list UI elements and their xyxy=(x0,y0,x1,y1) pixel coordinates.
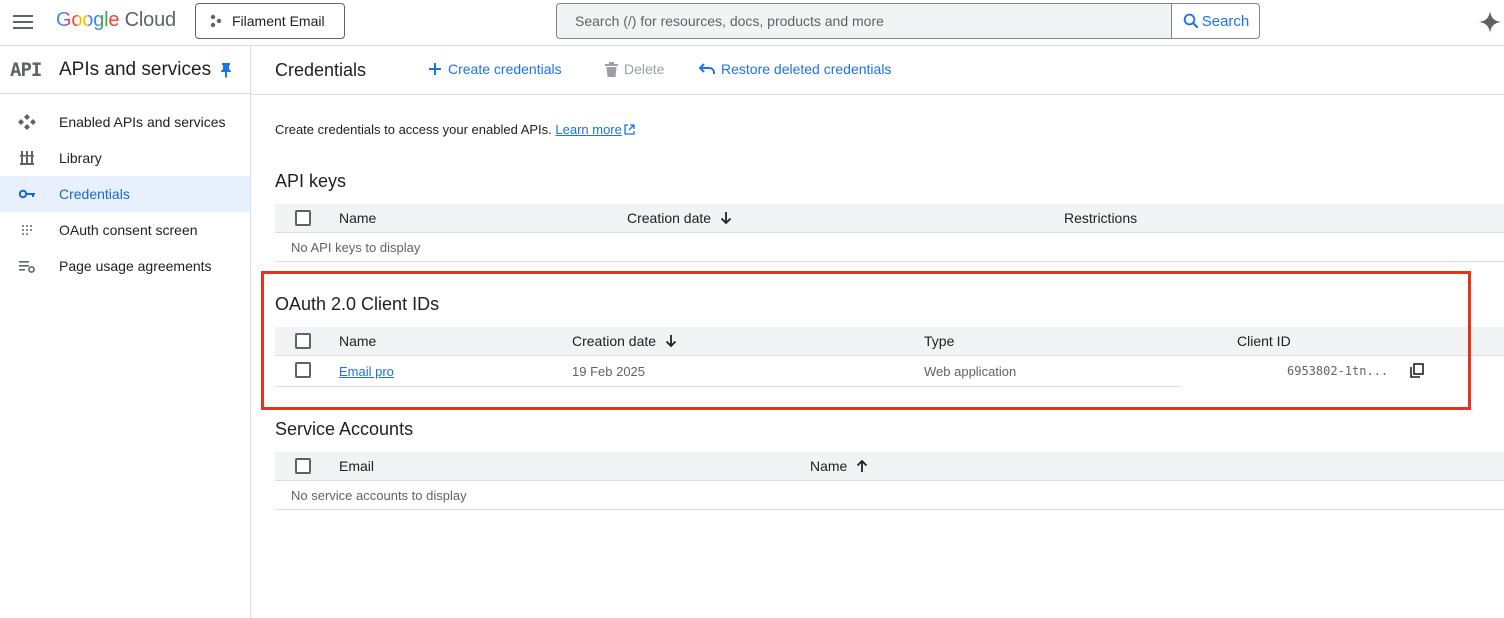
project-name: Filament Email xyxy=(232,13,325,29)
sidebar-item-page-usage[interactable]: Page usage agreements xyxy=(0,248,250,284)
search-input[interactable] xyxy=(557,4,1171,38)
sidebar: API APIs and services Enabled APIs and s… xyxy=(0,46,251,618)
service-accounts-col-email[interactable]: Email xyxy=(339,458,374,474)
sidebar-item-enabled-apis[interactable]: Enabled APIs and services xyxy=(0,104,250,140)
oauth-select-all-checkbox[interactable] xyxy=(295,333,311,349)
restore-label: Restore deleted credentials xyxy=(721,61,892,77)
diamond-arrows-icon xyxy=(18,114,36,130)
google-cloud-logo[interactable]: Google Cloud xyxy=(56,9,176,32)
dots-grid-icon xyxy=(22,225,32,235)
library-icon xyxy=(20,151,34,165)
top-bar: Google Cloud Filament Email Search xyxy=(0,0,1504,46)
copy-icon[interactable] xyxy=(1410,363,1424,378)
oauth-col-creation-date[interactable]: Creation date xyxy=(572,333,678,349)
oauth-col-name[interactable]: Name xyxy=(339,333,376,349)
oauth-title: OAuth 2.0 Client IDs xyxy=(275,294,440,314)
oauth-table-row: Email pro 19 Feb 2025 Web application 69… xyxy=(275,356,1504,387)
oauth-col-type[interactable]: Type xyxy=(924,333,954,349)
project-selector-button[interactable]: Filament Email xyxy=(195,3,345,39)
api-keys-empty-row: No API keys to display xyxy=(275,233,1504,262)
api-keys-col-name[interactable]: Name xyxy=(339,210,376,226)
column-header: Creation date xyxy=(627,210,712,226)
column-header: Client ID xyxy=(1237,333,1291,349)
intro-text: Create credentials to access your enable… xyxy=(275,122,635,137)
menu-icon[interactable] xyxy=(12,12,34,32)
sidebar-item-credentials[interactable]: Credentials xyxy=(0,176,250,212)
search-icon xyxy=(1183,13,1199,29)
column-header: Name xyxy=(339,210,377,226)
arrow-down-icon xyxy=(665,335,677,348)
delete-button[interactable]: Delete xyxy=(605,61,664,77)
sidebar-item-label: Library xyxy=(59,150,102,166)
arrow-up-icon xyxy=(857,459,868,472)
api-keys-empty-text: No API keys to display xyxy=(291,240,421,255)
sidebar-title: APIs and services xyxy=(59,59,212,80)
api-logo: API xyxy=(10,59,42,81)
service-accounts-table-header: Email Name xyxy=(275,452,1504,481)
search-button[interactable]: Search xyxy=(1171,4,1259,38)
client-name-label: Email pro xyxy=(339,364,394,379)
arrow-down-icon xyxy=(720,212,732,225)
api-keys-table-header: Name Creation date Restrictions xyxy=(275,204,1504,233)
api-keys-title: API keys xyxy=(275,171,347,191)
service-accounts-select-all-checkbox[interactable] xyxy=(295,458,311,474)
column-header: Name xyxy=(339,333,377,349)
trash-icon xyxy=(605,61,618,77)
column-header: Creation date xyxy=(572,333,657,349)
create-credentials-button[interactable]: Create credentials xyxy=(428,61,562,77)
restore-deleted-credentials-button[interactable]: Restore deleted credentials xyxy=(699,61,891,77)
logo-google-text: Google xyxy=(56,9,120,31)
sidebar-item-label: Enabled APIs and services xyxy=(59,114,226,130)
service-accounts-empty-text: No service accounts to display xyxy=(291,488,467,503)
plus-icon xyxy=(429,63,441,75)
page-header: Credentials Create credentials Delete Re… xyxy=(251,46,1504,95)
oauth-table-header: Name Creation date Type Client ID xyxy=(275,327,1504,356)
key-icon xyxy=(18,189,35,199)
learn-more-link[interactable]: Learn more xyxy=(555,122,621,137)
gemini-sparkle-icon[interactable] xyxy=(1478,10,1502,34)
oauth-client-name-link[interactable]: Email pro xyxy=(339,364,394,379)
search-bar: Search xyxy=(556,3,1260,39)
main-content: Credentials Create credentials Delete Re… xyxy=(251,46,1504,618)
oauth-type: Web application xyxy=(924,364,1017,379)
external-link-icon[interactable] xyxy=(624,124,635,135)
api-keys-select-all-checkbox[interactable] xyxy=(295,210,311,226)
project-icon xyxy=(210,14,222,28)
oauth-client-id: 6953802-1tn... xyxy=(1287,364,1389,378)
delete-label: Delete xyxy=(624,61,665,77)
oauth-creation-date: 19 Feb 2025 xyxy=(572,364,646,379)
page-title: Credentials xyxy=(275,60,367,80)
logo-cloud-text: Cloud xyxy=(124,9,176,31)
sidebar-item-label: OAuth consent screen xyxy=(59,222,198,238)
create-credentials-label: Create credentials xyxy=(448,61,562,77)
sidebar-item-oauth-consent[interactable]: OAuth consent screen xyxy=(0,212,250,248)
column-header: Name xyxy=(810,458,848,474)
sidebar-item-label: Credentials xyxy=(59,186,130,202)
service-accounts-title: Service Accounts xyxy=(275,419,414,439)
column-header: Type xyxy=(924,333,955,349)
pin-icon[interactable] xyxy=(219,62,233,78)
api-keys-col-creation-date[interactable]: Creation date xyxy=(627,210,733,226)
oauth-row-checkbox[interactable] xyxy=(295,362,311,378)
learn-more-label: Learn more xyxy=(555,122,622,137)
sidebar-nav: Enabled APIs and services Library Creden… xyxy=(0,94,250,284)
search-button-label: Search xyxy=(1201,12,1250,30)
sidebar-header: API APIs and services xyxy=(0,46,250,94)
list-settings-icon xyxy=(19,261,35,273)
sidebar-item-library[interactable]: Library xyxy=(0,140,250,176)
service-accounts-empty-row: No service accounts to display xyxy=(275,481,1504,510)
undo-icon xyxy=(699,63,715,74)
column-header: Restrictions xyxy=(1064,210,1138,226)
api-keys-col-restrictions: Restrictions xyxy=(1064,210,1137,226)
oauth-col-client-id[interactable]: Client ID xyxy=(1237,333,1291,349)
intro-description: Create credentials to access your enable… xyxy=(275,122,552,137)
column-header: Email xyxy=(339,458,375,474)
sidebar-item-label: Page usage agreements xyxy=(59,258,212,274)
service-accounts-col-name[interactable]: Name xyxy=(810,458,869,474)
